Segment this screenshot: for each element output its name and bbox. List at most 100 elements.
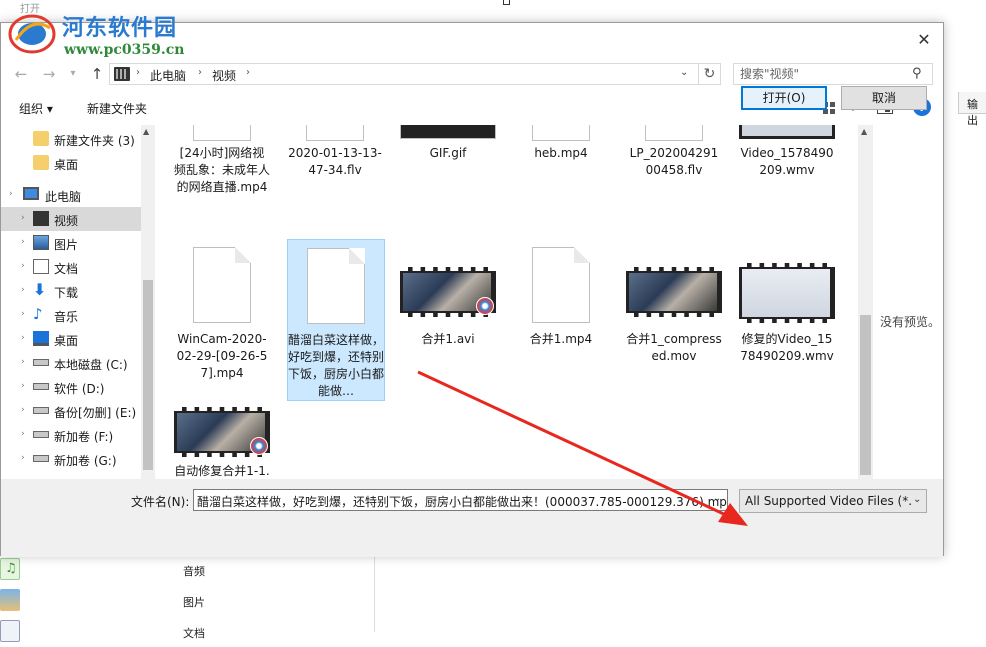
scrollbar-thumb[interactable]: [143, 280, 153, 470]
file-item[interactable]: LP_20200429100458.flv: [626, 125, 724, 205]
nav-item-label: 音乐: [54, 310, 79, 324]
file-item[interactable]: heb.mp4: [513, 125, 611, 185]
breadcrumb-this-pc[interactable]: 此电脑: [150, 67, 186, 84]
file-name: [24小时]网络视频乱象：未成年人的网络直播.mp4: [174, 146, 271, 194]
expand-chevron-icon[interactable]: ›: [21, 405, 25, 415]
file-name: WinCam-2020-02-29-[09-26-57].mp4: [176, 332, 268, 380]
breadcrumb-videos[interactable]: 视频: [212, 67, 236, 84]
document-file-icon: [532, 247, 590, 323]
recent-locations-chevron-icon[interactable]: ▾: [63, 63, 83, 85]
file-name: 2020-01-13-13-47-34.flv: [288, 146, 382, 177]
file-list-scrollbar[interactable]: ▲ ▼: [858, 125, 873, 497]
file-type-chevron-icon[interactable]: ⌄: [913, 494, 921, 505]
folder-icon: [33, 155, 49, 170]
document-icon: [0, 620, 20, 642]
close-button[interactable]: ✕: [911, 29, 937, 51]
cancel-button[interactable]: 取消: [841, 86, 927, 110]
nav-item-music[interactable]: › ♪ 音乐: [1, 303, 141, 327]
media-row-audio[interactable]: ♫ 音频: [0, 555, 372, 585]
expand-chevron-icon[interactable]: ›: [21, 309, 25, 319]
watermark-title: 河东软件园: [62, 15, 178, 41]
new-folder-button[interactable]: 新建文件夹: [87, 100, 147, 117]
nav-item-this-pc[interactable]: › 此电脑: [1, 183, 141, 207]
back-arrow-icon[interactable]: ←: [11, 63, 31, 85]
expand-chevron-icon[interactable]: ›: [21, 213, 25, 223]
search-icon[interactable]: ⚲: [912, 66, 922, 81]
up-arrow-icon[interactable]: ↑: [87, 63, 107, 85]
address-bar[interactable]: › 此电脑 › 视频 › ⌄: [109, 63, 699, 85]
expand-chevron-icon[interactable]: ›: [21, 285, 25, 295]
expand-chevron-icon[interactable]: ›: [21, 429, 25, 439]
drive-icon: [33, 359, 49, 366]
nav-item-pictures[interactable]: › 图片: [1, 231, 141, 255]
file-item[interactable]: 合并1_compressed.mov: [626, 241, 724, 391]
watermark: 河东软件园 www.pc0359.cn: [2, 2, 202, 62]
music-icon: ♫: [0, 558, 20, 580]
nav-item-videos[interactable]: › 视频: [1, 207, 141, 231]
expand-chevron-icon[interactable]: ›: [21, 381, 25, 391]
file-item[interactable]: 修复的Video_1578490209.wmv: [739, 241, 837, 391]
expand-chevron-icon[interactable]: ›: [9, 189, 13, 199]
file-item[interactable]: WinCam-2020-02-29-[09-26-57].mp4: [174, 241, 272, 391]
nav-item-drive-c[interactable]: › 本地磁盘 (C:): [1, 351, 141, 375]
file-item-selected[interactable]: 醋溜白菜这样做，好吃到爆，还特别下饭，厨房小白都能做…: [287, 239, 385, 401]
nav-item-desktop[interactable]: › 桌面: [1, 327, 141, 351]
expand-chevron-icon[interactable]: ›: [21, 333, 25, 343]
nav-item-drive-e[interactable]: › 备份[勿删] (E:): [1, 399, 141, 423]
file-name: heb.mp4: [534, 146, 588, 160]
filename-input[interactable]: 醋溜白菜这样做，好吃到爆，还特别下饭，厨房小白都能做出来！(000037.785…: [193, 489, 728, 511]
media-row-picture[interactable]: 图片: [0, 586, 372, 616]
search-box[interactable]: ⚲: [733, 63, 933, 85]
filename-dropdown-chevron-icon[interactable]: ⌄: [713, 493, 721, 504]
nav-item-downloads[interactable]: › ⬇ 下载: [1, 279, 141, 303]
window-edge-marker: [503, 0, 510, 5]
expand-chevron-icon[interactable]: ›: [21, 453, 25, 463]
nav-item-drive-d[interactable]: › 软件 (D:): [1, 375, 141, 399]
file-item[interactable]: GIF.gif: [400, 125, 498, 185]
video-thumbnail: [739, 125, 835, 139]
file-name: LP_20200429100458.flv: [629, 146, 719, 177]
nav-item-label: 本地磁盘 (C:): [54, 358, 128, 372]
search-input[interactable]: [734, 64, 909, 84]
nav-item-desktop-folder[interactable]: 桌面: [1, 151, 141, 175]
expand-chevron-icon[interactable]: ›: [21, 357, 25, 367]
scrollbar-thumb[interactable]: [860, 315, 871, 475]
scroll-up-icon[interactable]: ▲: [861, 127, 867, 136]
file-item[interactable]: Video_1578490209.wmv: [739, 125, 837, 205]
video-library-icon: [114, 67, 130, 81]
nav-item-label: 此电脑: [45, 190, 82, 204]
file-item[interactable]: 合并1.mp4: [513, 241, 611, 351]
file-type-select[interactable]: All Supported Video Files (*.: [739, 489, 927, 513]
organize-button[interactable]: 组织 ▾: [19, 100, 53, 117]
address-dropdown-chevron-icon[interactable]: ⌄: [680, 67, 688, 78]
computer-icon: [23, 187, 39, 200]
video-thumbnail: [400, 125, 496, 139]
file-item[interactable]: 2020-01-13-13-47-34.flv: [287, 125, 385, 205]
breadcrumb-separator-icon: ›: [136, 67, 140, 78]
desktop-icon: [33, 331, 49, 346]
nav-item-documents[interactable]: › 文档: [1, 255, 141, 279]
file-name: GIF.gif: [429, 146, 467, 160]
scroll-up-icon[interactable]: ▲: [143, 127, 149, 136]
refresh-button[interactable]: ↻: [699, 63, 721, 85]
document-file-icon: [307, 248, 365, 324]
nav-pane-scrollbar[interactable]: ▲ ▼: [141, 125, 155, 497]
media-row-document[interactable]: 文档: [0, 617, 372, 647]
file-name: 合并1.avi: [421, 332, 475, 346]
nav-item-label: 图片: [54, 238, 79, 252]
nav-item-drive-g[interactable]: › 新加卷 (G:): [1, 447, 141, 471]
expand-chevron-icon[interactable]: ›: [21, 261, 25, 271]
drive-icon: [33, 455, 49, 462]
nav-item-new-folder[interactable]: 新建文件夹 (3): [1, 127, 141, 151]
background-media-list: ♫ 音频 图片 文档: [0, 555, 375, 642]
file-name: 修复的Video_1578490209.wmv: [740, 332, 834, 363]
expand-chevron-icon[interactable]: ›: [21, 237, 25, 247]
export-button[interactable]: 输出: [958, 92, 986, 127]
nav-item-label: 下载: [54, 286, 79, 300]
open-button[interactable]: 打开(O): [741, 86, 827, 110]
video-icon: [33, 211, 49, 226]
file-item[interactable]: [24小时]网络视频乱象：未成年人的网络直播.mp4: [174, 125, 272, 237]
forward-arrow-icon[interactable]: →: [39, 63, 59, 85]
file-item[interactable]: 合并1.avi: [400, 241, 498, 351]
nav-item-drive-f[interactable]: › 新加卷 (F:): [1, 423, 141, 447]
